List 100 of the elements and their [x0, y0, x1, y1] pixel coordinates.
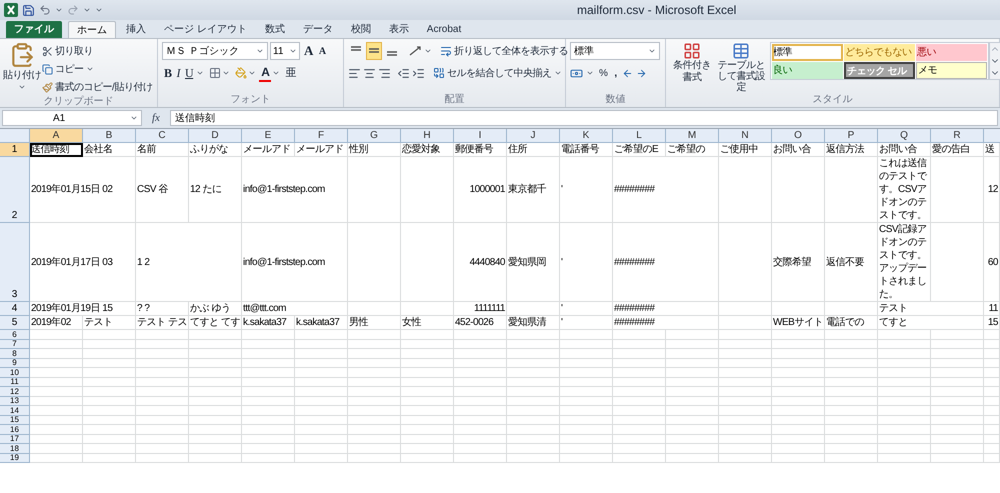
column-header[interactable]: C	[136, 129, 189, 143]
cut-button[interactable]: 切り取り	[40, 42, 154, 60]
indent-decrease-icon[interactable]	[397, 66, 410, 80]
function-button[interactable]: fx	[146, 110, 166, 126]
row-header[interactable]: 4	[0, 302, 30, 316]
merge-center-button[interactable]: セルを結合して中央揃え	[431, 64, 564, 82]
font-color-button[interactable]: A	[259, 64, 272, 82]
fill-color-icon[interactable]	[235, 67, 248, 79]
cell-style-swatch[interactable]: 標準	[772, 44, 843, 61]
ribbon-tab[interactable]: 挿入	[118, 21, 154, 38]
table-cell: 11	[984, 302, 1000, 316]
table-cell: テスト	[878, 302, 984, 316]
row-header[interactable]: 18	[0, 444, 30, 454]
percent-button[interactable]: %	[597, 64, 610, 82]
column-header[interactable]: D	[189, 129, 242, 143]
column-header[interactable]: J	[507, 129, 560, 143]
save-icon[interactable]	[22, 4, 35, 16]
column-header[interactable]: A	[30, 129, 83, 143]
align-left-icon[interactable]	[348, 66, 361, 80]
table-cell: 住所	[507, 143, 560, 157]
column-header[interactable]: G	[348, 129, 401, 143]
file-tab[interactable]: ファイル	[6, 21, 62, 38]
decrease-decimal-icon[interactable]	[636, 68, 647, 78]
table-cell	[984, 444, 1000, 454]
ribbon-tab[interactable]: 表示	[380, 21, 417, 38]
underline-button[interactable]: U	[183, 64, 196, 82]
conditional-formatting-button[interactable]: 条件付き書式	[670, 42, 714, 94]
table-cell	[242, 396, 295, 406]
comma-button[interactable]: ,	[612, 64, 619, 82]
column-header[interactable]: P	[825, 129, 878, 143]
ribbon-tab[interactable]: ページ レイアウト	[156, 21, 255, 38]
number-format-field[interactable]: 標準	[570, 42, 660, 60]
column-header[interactable]: H	[401, 129, 454, 143]
orientation-icon[interactable]	[408, 45, 422, 57]
column-header[interactable]: E	[242, 129, 295, 143]
column-header[interactable]: M	[666, 129, 719, 143]
ribbon-tab[interactable]: データ	[294, 21, 341, 38]
row-header[interactable]: 12	[0, 387, 30, 396]
table-cell	[401, 358, 454, 368]
column-header[interactable]: B	[83, 129, 136, 143]
row-header[interactable]: 8	[0, 349, 30, 358]
column-header[interactable]: N	[719, 129, 772, 143]
group-label: 数値	[604, 94, 626, 107]
format-painter-button[interactable]: 書式のコピー/貼り付け	[40, 78, 154, 96]
column-header[interactable]: L	[613, 129, 666, 143]
column-header[interactable]: F	[295, 129, 348, 143]
wrap-text-button[interactable]: 折り返して全体を表示する	[438, 42, 570, 60]
table-cell: 東京都千	[507, 157, 560, 223]
column-header[interactable]: O	[772, 129, 825, 143]
excel-logo-icon[interactable]	[4, 3, 18, 17]
italic-button[interactable]: I	[174, 64, 182, 82]
cell-style-swatch[interactable]: 悪い	[916, 44, 987, 61]
table-cell	[772, 349, 825, 358]
font-size-field[interactable]: 11	[270, 42, 300, 60]
table-cell	[719, 157, 772, 223]
currency-icon[interactable]	[570, 66, 583, 80]
shrink-font-button[interactable]: A	[316, 42, 328, 60]
row-header[interactable]: 14	[0, 406, 30, 416]
ribbon-tab[interactable]: 校閲	[342, 21, 379, 38]
vertical-align-button[interactable]	[366, 42, 382, 60]
row-header[interactable]: 1	[0, 143, 30, 157]
ribbon-tab[interactable]: Acrobat	[418, 21, 470, 38]
copy-button[interactable]: コピー	[40, 60, 154, 78]
cell-style-swatch[interactable]: 良い	[772, 62, 843, 79]
table-cell	[295, 358, 348, 368]
table-cell: 名前	[136, 143, 189, 157]
row-header[interactable]: 2	[0, 157, 30, 223]
font-name-field[interactable]: ＭＳ Ｐゴシック	[162, 42, 268, 60]
ribbon-tab[interactable]: ホーム	[68, 21, 116, 38]
table-cell	[189, 416, 242, 425]
table-cell	[772, 368, 825, 378]
bold-button[interactable]: B	[162, 64, 174, 82]
undo-icon[interactable]	[39, 4, 51, 16]
column-header[interactable]: I	[454, 129, 507, 143]
column-header[interactable]: Q	[878, 129, 931, 143]
row-header[interactable]: 6	[0, 330, 30, 340]
cell-style-swatch[interactable]: メモ	[916, 62, 987, 79]
grow-font-button[interactable]: A	[302, 42, 315, 60]
column-header[interactable]: R	[931, 129, 984, 143]
row-header[interactable]: 16	[0, 425, 30, 434]
name-box[interactable]: A1	[2, 110, 142, 126]
phonetic-button[interactable]: 亜	[283, 64, 298, 82]
row-header[interactable]: 5	[0, 316, 30, 330]
format-as-table-button[interactable]: テーブルとして書式設定	[714, 42, 768, 94]
align-center-icon[interactable]	[363, 66, 376, 80]
borders-icon[interactable]	[209, 67, 222, 79]
table-cell: WEBサイト	[772, 316, 825, 330]
formula-field[interactable]: 送信時刻	[170, 110, 998, 126]
row-header[interactable]: 3	[0, 223, 30, 302]
caret-icon	[248, 69, 256, 77]
indent-increase-icon[interactable]	[412, 66, 425, 80]
cell-style-swatch[interactable]: どちらでもない	[844, 44, 915, 61]
paste-button[interactable]: 貼り付け	[4, 42, 40, 94]
increase-decimal-icon[interactable]	[622, 68, 633, 78]
column-header[interactable]: K	[560, 129, 613, 143]
align-right-icon[interactable]	[378, 66, 391, 80]
ribbon-tab[interactable]: 数式	[256, 21, 293, 38]
table-cell	[348, 434, 401, 444]
row-header[interactable]: 10	[0, 368, 30, 378]
table-cell	[613, 444, 666, 454]
